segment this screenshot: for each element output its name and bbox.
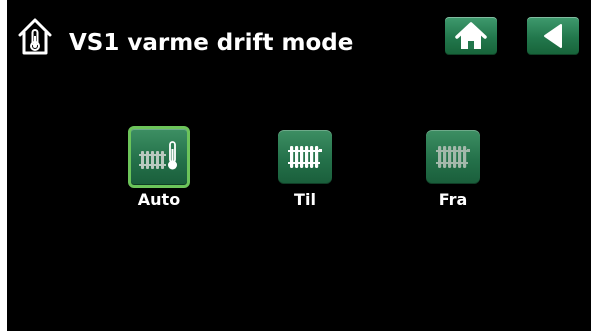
radiator-off-icon xyxy=(436,146,470,168)
mode-label-til: Til xyxy=(294,190,316,209)
mode-option-fra[interactable]: Fra xyxy=(413,130,493,210)
mode-til-button[interactable] xyxy=(278,130,332,184)
home-icon xyxy=(455,22,487,49)
house-thermometer-icon xyxy=(17,16,53,56)
mode-auto-button[interactable] xyxy=(128,126,190,188)
home-button[interactable] xyxy=(445,17,497,55)
mode-option-til[interactable]: Til xyxy=(265,130,345,210)
radiator-icon xyxy=(288,146,322,168)
back-arrow-icon xyxy=(544,24,562,48)
mode-option-auto[interactable]: Auto xyxy=(119,126,199,210)
mode-fra-button[interactable] xyxy=(426,130,480,184)
back-button[interactable] xyxy=(527,17,579,55)
mode-label-fra: Fra xyxy=(438,190,468,209)
screen: VS1 varme drift mode Auto Til Fra xyxy=(7,0,591,331)
radiator-thermometer-icon xyxy=(139,141,177,170)
mode-label-auto: Auto xyxy=(137,190,181,209)
page-title: VS1 varme drift mode xyxy=(69,30,354,56)
